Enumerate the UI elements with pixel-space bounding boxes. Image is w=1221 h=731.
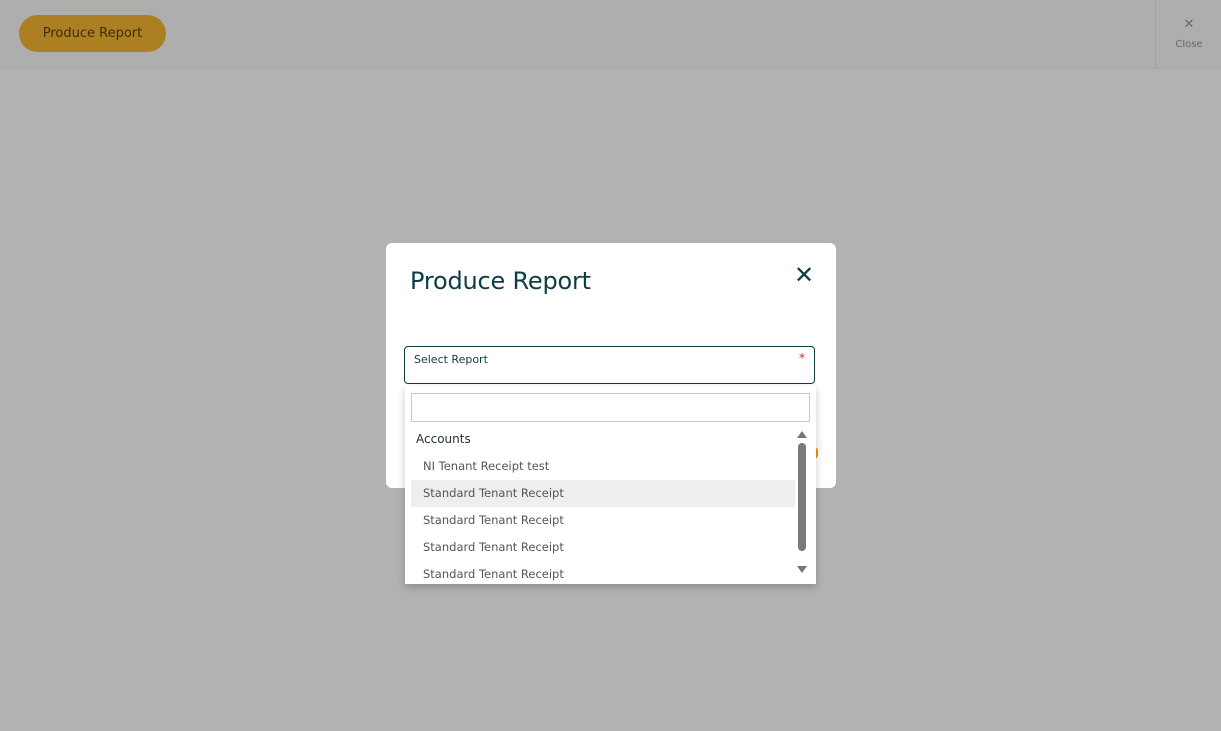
select-report-field[interactable]: Select Report * — [404, 346, 815, 384]
option-group-label: Accounts — [416, 432, 471, 446]
list-item[interactable]: Standard Tenant Receipt — [411, 561, 795, 584]
dropdown-list: Accounts NI Tenant Receipt test Standard… — [411, 426, 795, 584]
scroll-up-arrow-icon[interactable] — [797, 431, 807, 438]
report-dropdown: Accounts NI Tenant Receipt test Standard… — [405, 386, 816, 584]
list-item[interactable]: Standard Tenant Receipt — [411, 480, 795, 507]
required-marker: * — [799, 351, 805, 365]
scrollbar-thumb[interactable] — [798, 443, 806, 551]
list-item[interactable]: Standard Tenant Receipt — [411, 534, 795, 561]
select-report-label: Select Report — [414, 353, 488, 366]
close-dialog-icon[interactable]: ✕ — [792, 263, 816, 287]
scroll-down-arrow-icon[interactable] — [797, 566, 807, 573]
dropdown-search-input[interactable] — [411, 393, 810, 422]
dropdown-scrollbar[interactable] — [798, 443, 806, 551]
list-item[interactable]: NI Tenant Receipt test — [411, 453, 795, 480]
dialog-title: Produce Report — [410, 267, 591, 295]
list-item[interactable]: Standard Tenant Receipt — [411, 507, 795, 534]
